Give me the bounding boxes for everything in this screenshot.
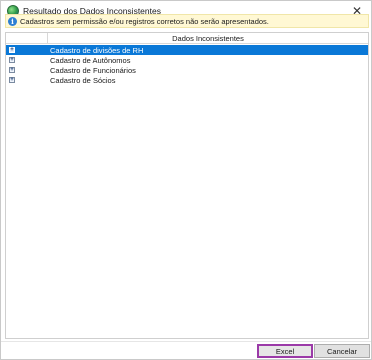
row-label: Cadastro de divisões de RH bbox=[50, 46, 144, 55]
footer-divider bbox=[1, 341, 371, 342]
info-banner: i Cadastros sem permissão e/ou registros… bbox=[5, 14, 369, 28]
row-label: Cadastro de Sócios bbox=[50, 76, 116, 85]
column-header-dados-inconsistentes[interactable]: Dados Inconsistentes bbox=[48, 34, 368, 43]
expand-icon[interactable]: + bbox=[9, 77, 15, 83]
cancel-button[interactable]: Cancelar bbox=[314, 344, 370, 358]
grid-row[interactable]: + Cadastro de Funcionários bbox=[6, 65, 368, 75]
expand-icon[interactable]: + bbox=[9, 67, 15, 73]
info-icon: i bbox=[8, 17, 17, 26]
expand-icon[interactable]: + bbox=[9, 57, 15, 63]
info-message: Cadastros sem permissão e/ou registros c… bbox=[20, 17, 269, 26]
row-label: Cadastro de Autônomos bbox=[50, 56, 131, 65]
grid-row[interactable]: + Cadastro de Autônomos bbox=[6, 55, 368, 65]
grid-row[interactable]: + Cadastro de divisões de RH bbox=[6, 45, 368, 55]
row-label: Cadastro de Funcionários bbox=[50, 66, 136, 75]
excel-button[interactable]: Excel bbox=[257, 344, 313, 358]
grid-header: Dados Inconsistentes bbox=[6, 33, 368, 44]
row-indicator-header bbox=[6, 33, 48, 44]
expand-icon[interactable]: + bbox=[9, 47, 15, 53]
grid-row[interactable]: + Cadastro de Sócios bbox=[6, 75, 368, 85]
dialog-window: Resultado dos Dados Inconsistentes ✕ i C… bbox=[0, 0, 372, 360]
inconsistent-data-grid[interactable]: Dados Inconsistentes + Cadastro de divis… bbox=[5, 32, 369, 339]
